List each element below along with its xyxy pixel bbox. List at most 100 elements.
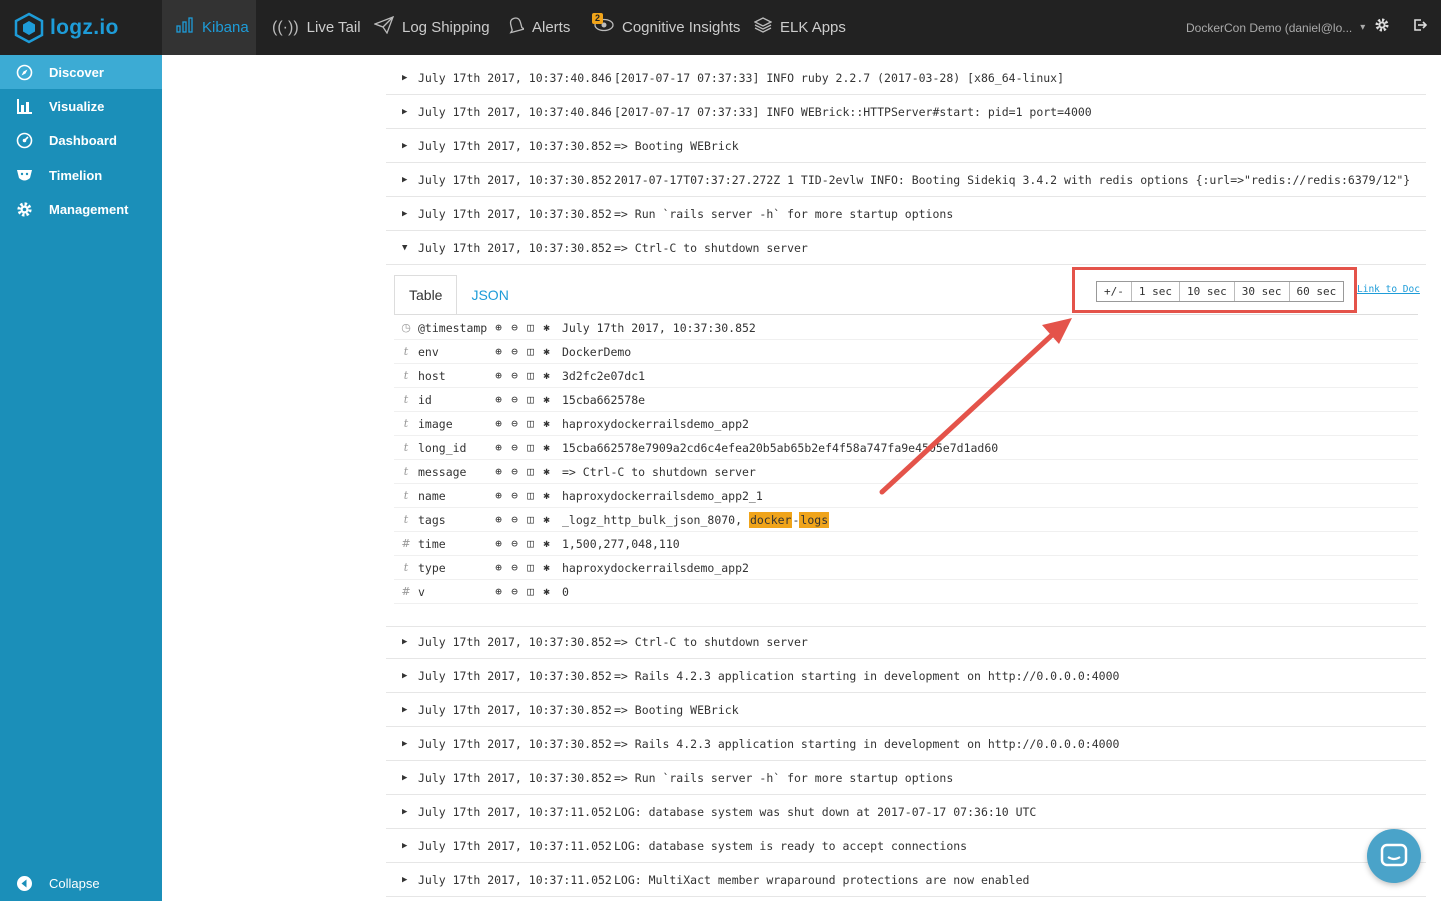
zoom-in-icon[interactable]: ⊕ bbox=[492, 345, 505, 358]
exists-filter-icon[interactable]: ✱ bbox=[540, 393, 553, 406]
log-row[interactable]: ▶ July 17th 2017, 10:37:30.852 => Booting … bbox=[386, 129, 1426, 163]
zoom-out-icon[interactable]: ⊖ bbox=[508, 561, 521, 574]
logout-icon[interactable] bbox=[1410, 17, 1430, 37]
caret-right-icon[interactable]: ▶ bbox=[402, 841, 418, 851]
column-icon[interactable]: ◫ bbox=[524, 345, 537, 358]
caret-right-icon[interactable]: ▶ bbox=[402, 875, 418, 885]
gear-icon[interactable] bbox=[1372, 17, 1392, 37]
column-icon[interactable]: ◫ bbox=[524, 489, 537, 502]
zoom-in-icon[interactable]: ⊕ bbox=[492, 561, 505, 574]
zoom-out-icon[interactable]: ⊖ bbox=[508, 585, 521, 598]
column-icon[interactable]: ◫ bbox=[524, 417, 537, 430]
zoom-in-icon[interactable]: ⊕ bbox=[492, 369, 505, 382]
exists-filter-icon[interactable]: ✱ bbox=[540, 441, 553, 454]
column-icon[interactable]: ◫ bbox=[524, 513, 537, 526]
log-row[interactable]: ▶ July 17th 2017, 10:37:30.852 => Rails 4.… bbox=[386, 727, 1426, 761]
log-row[interactable]: ▶ July 17th 2017, 10:37:40.846 [2017-07-17… bbox=[386, 95, 1426, 129]
field-actions: ⊕ ⊖ ◫ ✱ bbox=[492, 321, 562, 334]
zoom-in-icon[interactable]: ⊕ bbox=[492, 321, 505, 334]
log-row[interactable]: ▼ July 17th 2017, 10:37:30.852 => Ctrl-C t… bbox=[386, 231, 1426, 265]
exists-filter-icon[interactable]: ✱ bbox=[540, 417, 553, 430]
caret-right-icon[interactable]: ▶ bbox=[402, 739, 418, 749]
sidebar-item-discover[interactable]: Discover bbox=[0, 55, 162, 89]
exists-filter-icon[interactable]: ✱ bbox=[540, 345, 553, 358]
log-timestamp: July 17th 2017, 10:37:40.846 bbox=[418, 104, 612, 119]
column-icon[interactable]: ◫ bbox=[524, 465, 537, 478]
zoom-in-icon[interactable]: ⊕ bbox=[492, 393, 505, 406]
nav-alerts[interactable]: Alerts bbox=[494, 0, 584, 55]
sidebar-item-management[interactable]: Management bbox=[0, 192, 162, 226]
exists-filter-icon[interactable]: ✱ bbox=[540, 465, 553, 478]
log-row[interactable]: ▶ July 17th 2017, 10:37:30.852 => Booting … bbox=[386, 693, 1426, 727]
zoom-out-icon[interactable]: ⊖ bbox=[508, 465, 521, 478]
column-icon[interactable]: ◫ bbox=[524, 369, 537, 382]
zoom-out-icon[interactable]: ⊖ bbox=[508, 489, 521, 502]
zoom-in-icon[interactable]: ⊕ bbox=[492, 417, 505, 430]
zoom-in-icon[interactable]: ⊕ bbox=[492, 465, 505, 478]
logo[interactable]: logz.io bbox=[14, 10, 119, 46]
link-to-doc[interactable]: Link to Doc bbox=[1357, 284, 1420, 295]
zoom-out-icon[interactable]: ⊖ bbox=[508, 441, 521, 454]
exists-filter-icon[interactable]: ✱ bbox=[540, 585, 553, 598]
zoom-out-icon[interactable]: ⊖ bbox=[508, 417, 521, 430]
caret-right-icon[interactable]: ▶ bbox=[402, 637, 418, 647]
nav-kibana[interactable]: Kibana bbox=[162, 0, 256, 55]
tab-table[interactable]: Table bbox=[394, 275, 458, 315]
log-row[interactable]: ▶ July 17th 2017, 10:37:30.852 => Run `rai… bbox=[386, 197, 1426, 231]
zoom-out-icon[interactable]: ⊖ bbox=[508, 345, 521, 358]
caret-right-icon[interactable]: ▶ bbox=[402, 141, 418, 151]
zoom-in-icon[interactable]: ⊕ bbox=[492, 513, 505, 526]
exists-filter-icon[interactable]: ✱ bbox=[540, 513, 553, 526]
column-icon[interactable]: ◫ bbox=[524, 561, 537, 574]
zoom-out-icon[interactable]: ⊖ bbox=[508, 393, 521, 406]
search-highlight: docker bbox=[748, 511, 793, 528]
zoom-out-icon[interactable]: ⊖ bbox=[508, 369, 521, 382]
zoom-in-icon[interactable]: ⊕ bbox=[492, 537, 505, 550]
exists-filter-icon[interactable]: ✱ bbox=[540, 489, 553, 502]
column-icon[interactable]: ◫ bbox=[524, 537, 537, 550]
sidebar-item-dashboard[interactable]: Dashboard bbox=[0, 123, 162, 157]
zoom-in-icon[interactable]: ⊕ bbox=[492, 489, 505, 502]
caret-right-icon[interactable]: ▶ bbox=[402, 705, 418, 715]
exists-filter-icon[interactable]: ✱ bbox=[540, 321, 553, 334]
log-row[interactable]: ▶ July 17th 2017, 10:37:30.852 => Rails 4.… bbox=[386, 659, 1426, 693]
chat-button[interactable] bbox=[1367, 829, 1421, 883]
nav-cognitive-insights[interactable]: 2 Cognitive Insights bbox=[580, 0, 754, 55]
log-row[interactable]: ▶ July 17th 2017, 10:37:30.852 2017-07-17T… bbox=[386, 163, 1426, 197]
column-icon[interactable]: ◫ bbox=[524, 321, 537, 334]
user-menu[interactable]: DockerCon Demo (daniel@lo... ▾ bbox=[1186, 0, 1365, 55]
nav-log-shipping[interactable]: Log Shipping bbox=[360, 0, 504, 55]
log-row[interactable]: ▶ July 17th 2017, 10:37:30.852 => Ctrl-C t… bbox=[386, 625, 1426, 659]
nav-live-tail[interactable]: ((·)) Live Tail bbox=[258, 0, 375, 55]
column-icon[interactable]: ◫ bbox=[524, 585, 537, 598]
nav-elk-apps[interactable]: ELK Apps bbox=[740, 0, 860, 55]
sidebar-item-timelion[interactable]: Timelion bbox=[0, 158, 162, 192]
caret-right-icon[interactable]: ▶ bbox=[402, 73, 418, 83]
exists-filter-icon[interactable]: ✱ bbox=[540, 561, 553, 574]
caret-right-icon[interactable]: ▶ bbox=[402, 175, 418, 185]
sidebar-collapse[interactable]: Collapse bbox=[0, 866, 162, 900]
exists-filter-icon[interactable]: ✱ bbox=[540, 369, 553, 382]
zoom-out-icon[interactable]: ⊖ bbox=[508, 537, 521, 550]
zoom-out-icon[interactable]: ⊖ bbox=[508, 513, 521, 526]
caret-right-icon[interactable]: ▶ bbox=[402, 671, 418, 681]
caret-down-icon[interactable]: ▼ bbox=[402, 243, 418, 253]
caret-right-icon[interactable]: ▶ bbox=[402, 773, 418, 783]
zoom-in-icon[interactable]: ⊕ bbox=[492, 441, 505, 454]
log-row[interactable]: ▶ July 17th 2017, 10:37:11.052 LOG: MultiX… bbox=[386, 863, 1426, 897]
column-icon[interactable]: ◫ bbox=[524, 393, 537, 406]
zoom-in-icon[interactable]: ⊕ bbox=[492, 585, 505, 598]
caret-right-icon[interactable]: ▶ bbox=[402, 107, 418, 117]
caret-right-icon[interactable]: ▶ bbox=[402, 807, 418, 817]
tab-json[interactable]: JSON bbox=[457, 275, 522, 315]
field-row: t type ⊕ ⊖ ◫ ✱ haproxydockerrailsdemo_app2 bbox=[394, 556, 1418, 580]
exists-filter-icon[interactable]: ✱ bbox=[540, 537, 553, 550]
caret-right-icon[interactable]: ▶ bbox=[402, 209, 418, 219]
column-icon[interactable]: ◫ bbox=[524, 441, 537, 454]
sidebar-item-visualize[interactable]: Visualize bbox=[0, 89, 162, 123]
log-row[interactable]: ▶ July 17th 2017, 10:37:11.052 LOG: databa… bbox=[386, 829, 1426, 863]
log-row[interactable]: ▶ July 17th 2017, 10:37:40.846 [2017-07-17… bbox=[386, 61, 1426, 95]
log-row[interactable]: ▶ July 17th 2017, 10:37:11.052 LOG: databa… bbox=[386, 795, 1426, 829]
zoom-out-icon[interactable]: ⊖ bbox=[508, 321, 521, 334]
log-row[interactable]: ▶ July 17th 2017, 10:37:30.852 => Run `rai… bbox=[386, 761, 1426, 795]
